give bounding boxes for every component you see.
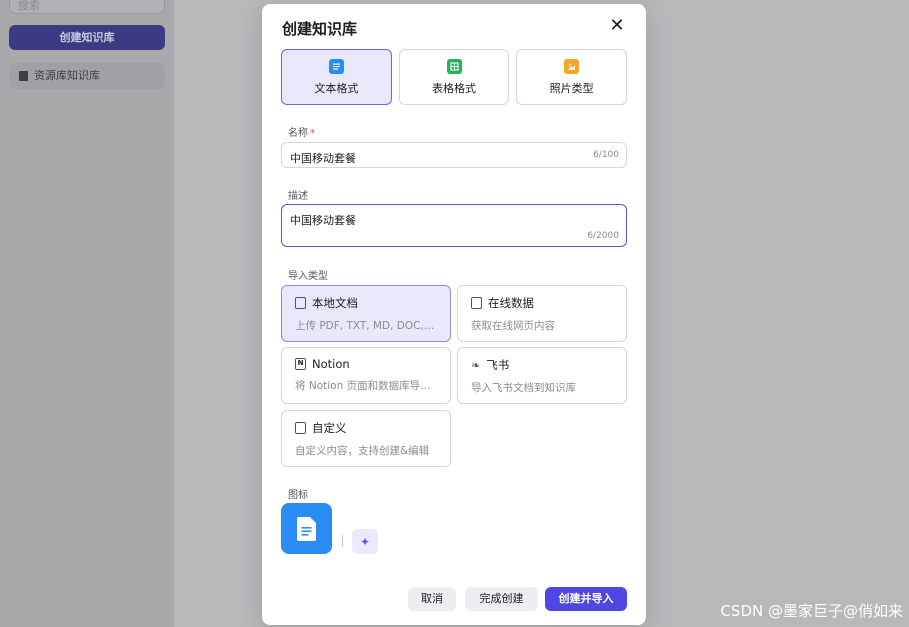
notion-icon: N: [295, 358, 306, 370]
name-label: 名称 *: [288, 124, 315, 139]
description-counter: 6/2000: [587, 231, 619, 241]
divider: [342, 535, 343, 547]
option-description: 将 Notion 页面和数据库导入到知识库: [295, 380, 437, 392]
name-field-value: 中国移动套餐: [290, 152, 356, 165]
option-title: 自定义: [312, 421, 347, 435]
option-description: 获取在线网页内容: [471, 320, 555, 332]
icon-label: 图标: [288, 490, 308, 501]
description-label: 描述: [288, 191, 308, 202]
book-icon: [19, 71, 28, 81]
feishu-icon: ❧: [471, 358, 481, 372]
watermark: CSDN @墨家巨子@俏如来: [720, 602, 903, 620]
tab-table-format[interactable]: 表格格式: [398, 49, 510, 105]
format-tabs: 文本格式 表格格式 照片类型: [281, 49, 628, 105]
create-knowledge-base-button[interactable]: 创建知识库: [9, 25, 165, 50]
import-option-custom[interactable]: 自定义 自定义内容，支持创建&编辑: [281, 410, 451, 467]
sidebar: 搜索 创建知识库 资源库知识库: [0, 0, 174, 627]
edit-document-icon: [295, 422, 306, 434]
name-label-text: 名称: [288, 128, 308, 139]
import-option-online-data[interactable]: 在线数据 获取在线网页内容: [457, 285, 627, 342]
sidebar-item-resource-library[interactable]: 资源库知识库: [9, 63, 165, 89]
import-option-notion[interactable]: N Notion 将 Notion 页面和数据库导入到知识库: [281, 347, 451, 404]
name-counter: 6/100: [593, 150, 619, 160]
option-description: 自定义内容，支持创建&编辑: [295, 445, 430, 457]
option-title: Notion: [312, 357, 350, 371]
option-description: 导入飞书文档到知识库: [471, 382, 576, 394]
ai-generate-icon-button[interactable]: ✦: [352, 529, 378, 554]
tab-label: 照片类型: [549, 81, 594, 95]
finish-create-button[interactable]: 完成创建: [465, 587, 538, 611]
description-field-value: 中国移动套餐: [290, 214, 356, 227]
import-option-feishu[interactable]: ❧ 飞书 导入飞书文档到知识库: [457, 347, 627, 404]
tab-label: 文本格式: [314, 81, 359, 95]
import-type-label: 导入类型: [288, 271, 328, 282]
tab-label: 表格格式: [432, 81, 476, 95]
tab-text-format[interactable]: 文本格式: [281, 49, 392, 105]
sparkle-icon: ✦: [359, 534, 371, 549]
option-title: 本地文档: [312, 296, 358, 310]
name-field[interactable]: 中国移动套餐 6/100: [281, 142, 627, 168]
option-title: 在线数据: [488, 296, 534, 310]
file-icon: [295, 297, 306, 309]
create-knowledge-base-dialog: 创建知识库 ✕ 文本格式 表格格式 照片类型 名称* 中国移动套餐 6/100: [262, 4, 646, 625]
knowledge-base-icon-preview[interactable]: [281, 503, 332, 554]
option-title: 飞书: [486, 358, 510, 372]
tab-image-type[interactable]: 照片类型: [516, 49, 628, 105]
document-icon: [296, 516, 316, 541]
cancel-button[interactable]: 取消: [408, 587, 456, 611]
dialog-title: 创建知识库: [282, 20, 358, 38]
web-page-icon: [471, 297, 482, 309]
import-option-local-document[interactable]: 本地文档 上传 PDF, TXT, MD, DOC, DOCX 格式的本地文件: [281, 285, 451, 342]
sidebar-item-label: 资源库知识库: [34, 69, 100, 82]
table-icon: [446, 58, 462, 74]
image-icon: [564, 58, 580, 74]
document-icon: [328, 58, 344, 74]
required-mark: *: [310, 128, 315, 139]
option-description: 上传 PDF, TXT, MD, DOC, DOCX 格式的本地文件: [295, 320, 437, 332]
description-field[interactable]: 中国移动套餐 6/2000: [281, 204, 627, 247]
search-input[interactable]: 搜索: [9, 0, 165, 14]
close-icon[interactable]: ✕: [608, 17, 626, 35]
create-and-import-button[interactable]: 创建并导入: [545, 587, 627, 611]
